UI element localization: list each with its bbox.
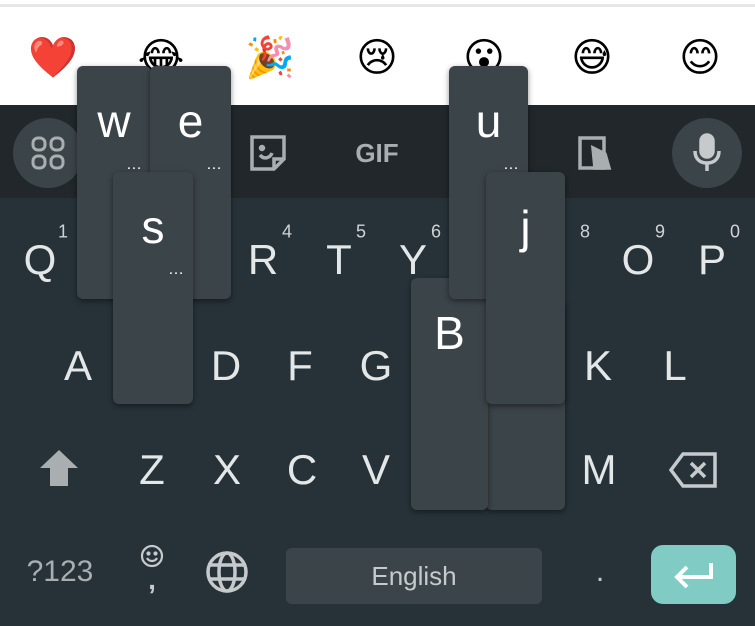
key-popup-j: j xyxy=(486,172,565,404)
gif-button[interactable]: GIF xyxy=(342,118,412,188)
mic-icon xyxy=(693,133,721,171)
popup-letter: j xyxy=(520,201,531,253)
apps-button[interactable] xyxy=(13,118,83,188)
more-icon: … xyxy=(206,156,222,173)
key-q-hint: 1 xyxy=(57,221,69,242)
emoji-suggestion-party[interactable]: 🎉 xyxy=(242,34,298,82)
key-v[interactable]: V xyxy=(362,449,390,491)
key-r[interactable]: R xyxy=(248,239,278,281)
more-icon: … xyxy=(503,156,519,173)
key-r-hint: 4 xyxy=(281,221,293,242)
symbols-key[interactable]: ?123 xyxy=(27,557,94,587)
key-popup-s: s… xyxy=(113,172,193,404)
key-t[interactable]: T xyxy=(326,239,352,281)
backspace-icon xyxy=(668,452,717,488)
emoji-suggestion-blush[interactable]: 😊 xyxy=(672,34,728,82)
more-icon: … xyxy=(126,156,142,173)
enter-icon xyxy=(673,562,713,588)
key-l[interactable]: L xyxy=(663,345,686,387)
popup-letter: u xyxy=(475,95,502,147)
shift-icon xyxy=(40,450,78,486)
backspace-key[interactable] xyxy=(668,452,717,493)
key-m[interactable]: M xyxy=(582,449,617,491)
key-p[interactable]: P xyxy=(698,239,726,281)
period-key[interactable]: . xyxy=(596,557,604,587)
key-z[interactable]: Z xyxy=(139,449,165,491)
popup-letter: s xyxy=(141,201,165,253)
key-d[interactable]: D xyxy=(211,345,241,387)
sticker-button[interactable] xyxy=(233,118,303,188)
key-x[interactable]: X xyxy=(213,449,241,491)
key-y-hint: 6 xyxy=(430,221,442,242)
popup-letter: e xyxy=(177,95,204,147)
key-o-hint: 9 xyxy=(654,221,666,242)
key-g[interactable]: G xyxy=(360,345,393,387)
key-i-hint: 8 xyxy=(579,221,591,242)
shift-key[interactable] xyxy=(40,450,78,491)
emoji-suggestion-heart[interactable]: ❤️ xyxy=(25,34,81,82)
key-p-hint: 0 xyxy=(729,221,741,242)
emoji-comma-key[interactable]: , xyxy=(138,544,166,595)
key-k[interactable]: K xyxy=(584,345,612,387)
popup-letter: w xyxy=(97,95,131,147)
voice-input-button[interactable] xyxy=(672,118,742,188)
emoji-suggestion-cry[interactable]: 😢 xyxy=(349,34,405,82)
clipboard-icon xyxy=(578,136,612,170)
key-q[interactable]: Q xyxy=(24,239,57,281)
emoji-suggestion-sweat-smile[interactable]: 😅 xyxy=(564,34,620,82)
spacebar[interactable]: English xyxy=(286,548,542,604)
key-c[interactable]: C xyxy=(287,449,317,491)
sticker-icon xyxy=(250,135,286,171)
key-popup-b: B xyxy=(411,278,488,510)
divider xyxy=(0,4,755,7)
key-a[interactable]: A xyxy=(64,345,92,387)
globe-icon xyxy=(206,551,248,593)
enter-key[interactable] xyxy=(651,545,736,604)
language-key[interactable] xyxy=(205,550,249,599)
key-y[interactable]: Y xyxy=(399,239,427,281)
key-o[interactable]: O xyxy=(622,239,655,281)
key-t-hint: 5 xyxy=(355,221,367,242)
comma-label: , xyxy=(148,564,156,595)
grid-icon xyxy=(31,136,65,170)
key-f[interactable]: F xyxy=(287,345,313,387)
clipboard-button[interactable] xyxy=(560,118,630,188)
more-icon: … xyxy=(168,261,184,278)
popup-letter: B xyxy=(434,307,465,359)
